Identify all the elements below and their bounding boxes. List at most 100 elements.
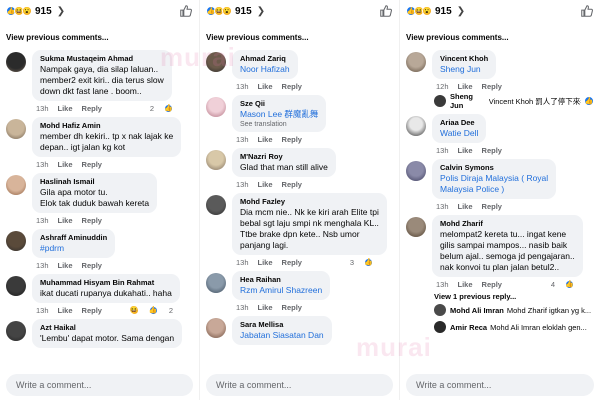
comment-time[interactable]: 13h xyxy=(236,135,249,144)
view-previous-comments-link[interactable]: View previous comments... xyxy=(200,22,399,46)
like-comment-button[interactable]: Like xyxy=(458,146,473,155)
comment-time[interactable]: 13h xyxy=(436,202,449,211)
comment-author[interactable]: Calvin Symons xyxy=(440,163,548,173)
mention-link[interactable]: Watie Dell xyxy=(440,128,478,139)
comment-time[interactable]: 13h xyxy=(36,216,49,225)
avatar[interactable] xyxy=(434,304,446,316)
comment-time[interactable]: 13h xyxy=(236,82,249,91)
comment-author[interactable]: M'Nazri Roy xyxy=(240,152,328,162)
reply-comment-button[interactable]: Reply xyxy=(482,280,502,289)
reply-author[interactable]: Mohd Ali Imran xyxy=(450,306,504,315)
write-comment-box[interactable] xyxy=(6,374,193,396)
comment-time[interactable]: 13h xyxy=(436,280,449,289)
mention-link[interactable]: Sheng Jun xyxy=(440,64,488,75)
avatar[interactable] xyxy=(434,95,446,107)
like-comment-button[interactable]: Like xyxy=(58,160,73,169)
like-comment-button[interactable]: Like xyxy=(258,135,273,144)
hashtag-link[interactable]: #pdrm xyxy=(40,243,107,254)
reply-comment-button[interactable]: Reply xyxy=(282,180,302,189)
reply-comment-button[interactable]: Reply xyxy=(282,135,302,144)
comment-author[interactable]: Ariaa Dee xyxy=(440,118,478,128)
avatar[interactable] xyxy=(206,52,226,72)
mention-link[interactable]: Rzm Amirul Shazreen xyxy=(240,285,322,296)
reply-author[interactable]: Sheng Jun xyxy=(450,92,486,110)
reactions-bar[interactable]: 👍 😆 😮 915 ❯ xyxy=(400,0,600,22)
avatar[interactable] xyxy=(206,97,226,117)
write-comment-input[interactable] xyxy=(416,380,584,390)
mention-link[interactable]: Noor Hafizah xyxy=(240,64,290,75)
comment-reaction-count[interactable]: 3 👍 xyxy=(350,257,382,267)
like-button-icon[interactable] xyxy=(379,4,393,18)
reactions-bar[interactable]: 👍 😆 😮 915 ❯ xyxy=(200,0,399,22)
comment-author[interactable]: Sukma Mustaqeim Ahmad xyxy=(40,54,164,64)
reply-author[interactable]: Amir Reca xyxy=(450,323,487,332)
comment-author[interactable]: Ashraff Aminuddin xyxy=(40,233,107,243)
comment-time[interactable]: 13h xyxy=(236,180,249,189)
comment-author[interactable]: Muhammad Hisyam Bin Rahmat xyxy=(40,278,172,288)
reply-comment-button[interactable]: Reply xyxy=(282,258,302,267)
write-comment-input[interactable] xyxy=(216,380,383,390)
comment-author[interactable]: Sara Mellisa xyxy=(240,320,324,330)
comment-author[interactable]: Ahmad Zariq xyxy=(240,54,290,64)
comment-author[interactable]: Vincent Khoh xyxy=(440,54,488,64)
comment-reaction-count[interactable]: 😆 👍 2 xyxy=(129,305,182,315)
mention-link[interactable]: Polis Diraja Malaysia ( Royal Malaysia P… xyxy=(440,173,548,195)
comment-time[interactable]: 13h xyxy=(236,258,249,267)
chevron-right-icon[interactable]: ❯ xyxy=(257,6,265,17)
like-comment-button[interactable]: Like xyxy=(258,303,273,312)
comment-time[interactable]: 13h xyxy=(236,303,249,312)
like-comment-button[interactable]: Like xyxy=(58,104,73,113)
view-previous-comments-link[interactable]: View previous comments... xyxy=(0,22,199,46)
reply-comment-button[interactable]: Reply xyxy=(82,160,102,169)
comment-time[interactable]: 13h xyxy=(36,306,49,315)
avatar[interactable] xyxy=(206,195,226,215)
avatar[interactable] xyxy=(206,318,226,338)
chevron-right-icon[interactable]: ❯ xyxy=(457,6,465,17)
comment-author[interactable]: Mohd Fazley xyxy=(240,197,379,207)
like-comment-button[interactable]: Like xyxy=(58,216,73,225)
reply-comment-button[interactable]: Reply xyxy=(482,202,502,211)
mention-link[interactable]: Jabatan Siasatan Dan xyxy=(240,330,324,341)
like-comment-button[interactable]: Like xyxy=(458,280,473,289)
comment-reaction-count[interactable]: 2 👍 xyxy=(150,103,182,113)
like-comment-button[interactable]: Like xyxy=(258,180,273,189)
reply-preview[interactable]: Mohd Ali Imran Mohd Zharif igtkan yg k..… xyxy=(400,303,600,316)
avatar[interactable] xyxy=(406,52,426,72)
avatar[interactable] xyxy=(6,231,26,251)
avatar[interactable] xyxy=(6,321,26,341)
reply-preview[interactable]: Sheng Jun Vincent Khoh 罰人了停下來看 👍 xyxy=(400,91,600,110)
like-comment-button[interactable]: Like xyxy=(58,306,73,315)
comment-time[interactable]: 12h xyxy=(436,82,449,91)
avatar[interactable] xyxy=(6,52,26,72)
comment-reaction-count[interactable]: 4 👍 xyxy=(551,279,583,289)
avatar[interactable] xyxy=(406,116,426,136)
write-comment-box[interactable] xyxy=(206,374,393,396)
avatar[interactable] xyxy=(6,119,26,139)
reactions-bar[interactable]: 👍 😆 😮 915 ❯ xyxy=(0,0,199,22)
comment-author[interactable]: Sze Qii xyxy=(240,99,318,109)
view-previous-replies-link[interactable]: View 1 previous reply... xyxy=(400,289,600,303)
comment-author[interactable]: Mohd Hafiz Amin xyxy=(40,121,173,131)
see-translation-link[interactable]: See translation xyxy=(240,121,318,128)
like-button-icon[interactable] xyxy=(580,4,594,18)
chevron-right-icon[interactable]: ❯ xyxy=(57,6,65,17)
write-comment-box[interactable] xyxy=(406,374,594,396)
reply-comment-button[interactable]: Reply xyxy=(482,82,502,91)
reply-comment-button[interactable]: Reply xyxy=(282,303,302,312)
avatar[interactable] xyxy=(206,150,226,170)
mention-link[interactable]: Mason Lee 群魔亂舞 xyxy=(240,109,318,120)
comment-time[interactable]: 13h xyxy=(436,146,449,155)
reply-comment-button[interactable]: Reply xyxy=(82,104,102,113)
like-comment-button[interactable]: Like xyxy=(58,261,73,270)
like-comment-button[interactable]: Like xyxy=(458,202,473,211)
comment-time[interactable]: 13h xyxy=(36,261,49,270)
like-comment-button[interactable]: Like xyxy=(458,82,473,91)
avatar[interactable] xyxy=(6,276,26,296)
like-comment-button[interactable]: Like xyxy=(258,82,273,91)
avatar[interactable] xyxy=(434,321,446,333)
avatar[interactable] xyxy=(206,273,226,293)
avatar[interactable] xyxy=(406,161,426,181)
reply-comment-button[interactable]: Reply xyxy=(282,82,302,91)
like-comment-button[interactable]: Like xyxy=(258,258,273,267)
like-button-icon[interactable] xyxy=(179,4,193,18)
